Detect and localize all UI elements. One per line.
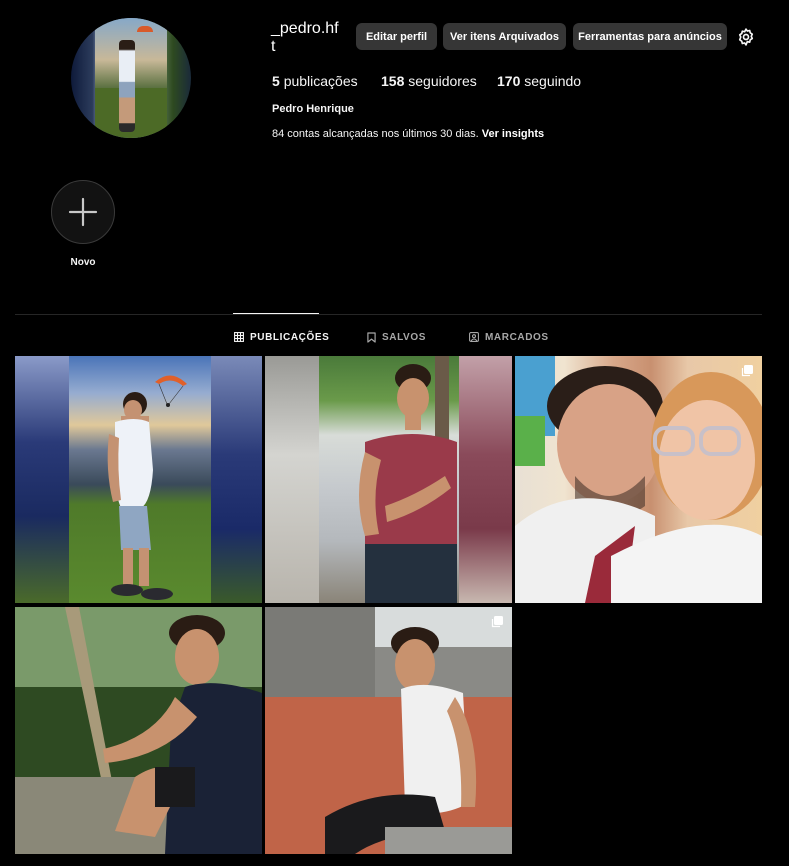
post-thumbnail[interactable]: [15, 607, 262, 854]
post-thumbnail[interactable]: [515, 356, 762, 603]
tab-salvos-label: SALVOS: [382, 331, 426, 343]
post-thumbnail[interactable]: [15, 356, 262, 603]
tab-salvos[interactable]: SALVOS: [367, 330, 426, 344]
reach-summary: 84 contas alcançadas nos últimos 30 dias…: [272, 128, 544, 140]
man-sitting-figure: [15, 607, 262, 854]
gear-icon[interactable]: [736, 27, 756, 47]
man-figure: [107, 392, 173, 600]
tabs-divider: [15, 314, 762, 315]
followers-label: seguidores: [408, 73, 477, 89]
active-tab-indicator: [233, 313, 319, 314]
ad-tools-button[interactable]: Ferramentas para anúncios: [573, 23, 727, 50]
posts-count: 5: [272, 73, 280, 89]
post-thumbnail[interactable]: [265, 356, 512, 603]
multiple-photos-icon: [741, 365, 753, 377]
selfie-figures: [515, 356, 762, 603]
view-insights-link[interactable]: Ver insights: [482, 128, 544, 140]
man-sitting-figure: [265, 607, 512, 854]
tab-marcados-label: MARCADOS: [485, 331, 549, 343]
tab-publicacoes-label: PUBLICAÇÕES: [250, 331, 330, 343]
following-count: 170: [497, 73, 521, 89]
new-highlight-ring: [53, 182, 113, 242]
post-thumbnail[interactable]: [265, 607, 512, 854]
new-highlight-label: Novo: [70, 257, 96, 268]
tab-publicacoes[interactable]: PUBLICAÇÕES: [234, 330, 329, 344]
posts-stat: 5 publicações: [272, 73, 358, 89]
multiple-photos-icon: [491, 616, 503, 628]
reach-text: 84 contas alcançadas nos últimos 30 dias…: [272, 128, 479, 140]
plus-icon: [68, 197, 98, 227]
following-stat[interactable]: 170 seguindo: [497, 73, 581, 89]
avatar-person: [119, 40, 135, 132]
view-archived-button[interactable]: Ver itens Arquivados: [443, 23, 566, 50]
avatar-paraglider: [137, 26, 153, 32]
profile-username: _pedro.hft: [271, 20, 339, 55]
followers-count: 158: [381, 73, 405, 89]
tab-marcados[interactable]: MARCADOS: [469, 330, 549, 344]
post-blur-left: [15, 356, 69, 603]
profile-full-name: Pedro Henrique: [272, 103, 354, 115]
followers-stat[interactable]: 158 seguidores: [381, 73, 477, 89]
post-blur-left: [265, 356, 319, 603]
posts-label: publicações: [283, 73, 358, 89]
bookmark-icon: [367, 331, 376, 343]
post-blur-right: [459, 356, 512, 603]
grid-icon: [234, 332, 244, 342]
edit-profile-button[interactable]: Editar perfil: [356, 23, 437, 50]
following-label: seguindo: [524, 73, 582, 89]
post-blur-right: [211, 356, 262, 603]
man-figure: [359, 356, 457, 603]
tagged-icon: [469, 332, 479, 342]
profile-avatar[interactable]: [71, 18, 191, 138]
new-highlight-button[interactable]: [51, 180, 115, 244]
